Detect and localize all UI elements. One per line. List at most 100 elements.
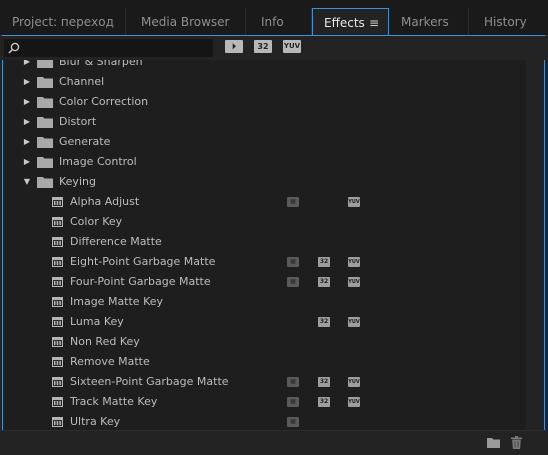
effects-tree: ▶ Blur & Sharpen ▶ Channel ▶ Color Correction… (4, 60, 526, 430)
effect-icon (52, 197, 63, 207)
tab-project-label: Project: переход (12, 15, 114, 29)
tab-bar: Project: переход Media Browser Info Effe… (0, 0, 548, 37)
new-folder-icon[interactable] (487, 437, 500, 448)
tree-effect-row[interactable]: Luma Key 32 YUV (4, 312, 526, 332)
hamburger-icon[interactable]: ≡ (369, 16, 379, 30)
tree-effect-label: Ultra Key (70, 415, 121, 428)
tab-info[interactable]: Info (246, 8, 312, 35)
yuv-badge-icon: YUV (348, 277, 360, 287)
tree-folder-label: Distort (59, 115, 97, 128)
tree-folder-label: Color Correction (59, 95, 149, 108)
accelerated-badge-icon: ▦ (287, 197, 299, 207)
tree-effect-label: Non Red Key (70, 335, 140, 348)
folder-icon (37, 60, 53, 68)
effects-panel: Project: переход Media Browser Info Effe… (0, 0, 548, 455)
yuv-badge-icon: YUV (348, 257, 360, 267)
tree-folder-row[interactable]: ▶ Color Correction (4, 92, 526, 112)
tab-media-browser-label: Media Browser (141, 15, 230, 29)
tree-effect-label: Eight-Point Garbage Matte (70, 255, 216, 268)
tree-folder-label: Generate (59, 135, 111, 148)
32-bit-icon[interactable]: 32 (254, 40, 272, 53)
folder-icon (37, 157, 53, 168)
tree-folder-row[interactable]: ▶ Blur & Sharpen (4, 60, 526, 72)
tree-folder-label: Blur & Sharpen (59, 60, 143, 68)
accelerated-badge-icon: ▦ (287, 417, 299, 427)
effect-icon (52, 377, 63, 387)
tree-effect-row[interactable]: Sixteen-Point Garbage Matte ▦ 32 YUV (4, 372, 526, 392)
tab-history[interactable]: History (469, 8, 548, 35)
search-icon (8, 42, 20, 54)
chevron-right-icon[interactable]: ▶ (22, 132, 32, 152)
folder-icon (37, 117, 53, 128)
tab-project[interactable]: Project: переход (4, 8, 126, 35)
bottom-bar (0, 430, 548, 455)
yuv-badge-icon: YUV (348, 377, 360, 387)
effect-icon (52, 317, 63, 327)
folder-icon (37, 77, 53, 88)
effect-icon (52, 277, 63, 287)
tree-effect-row[interactable]: Eight-Point Garbage Matte ▦ 32 YUV (4, 252, 526, 272)
tree-effect-row[interactable]: Ultra Key ▦ (4, 412, 526, 430)
tree-effect-row[interactable]: Remove Matte (4, 352, 526, 372)
tree-folder-label: Keying (59, 175, 96, 188)
effect-icon (52, 237, 63, 247)
tree-effect-label: Luma Key (70, 315, 124, 328)
trash-icon[interactable] (511, 436, 522, 449)
32-bit-badge-icon: 32 (318, 317, 330, 327)
tab-media-browser[interactable]: Media Browser (126, 8, 246, 35)
yuv-icon[interactable]: YUV (283, 40, 301, 53)
scrollbar[interactable] (526, 60, 540, 430)
yuv-badge-icon: YUV (348, 317, 360, 327)
tree-folder-row[interactable]: ▶ Generate (4, 132, 526, 152)
tree-effect-label: Image Matte Key (70, 295, 164, 308)
chevron-right-icon[interactable]: ▶ (22, 112, 32, 132)
tree-effect-label: Four-Point Garbage Matte (70, 275, 211, 288)
32-bit-badge-icon: 32 (318, 257, 330, 267)
tab-effects[interactable]: Effects ≡ (312, 8, 389, 37)
tree-effect-row[interactable]: Non Red Key (4, 332, 526, 352)
tab-history-label: History (484, 15, 527, 29)
32-bit-badge-icon: 32 (318, 377, 330, 387)
tree-effect-label: Sixteen-Point Garbage Matte (70, 375, 229, 388)
folder-icon (37, 137, 53, 148)
32-bit-badge-icon: 32 (318, 277, 330, 287)
chevron-right-icon[interactable]: ▶ (22, 60, 32, 72)
tree-effect-row[interactable]: Track Matte Key ▦ 32 YUV (4, 392, 526, 412)
tree-folder-row[interactable]: ▶ Image Control (4, 152, 526, 172)
chevron-right-icon[interactable]: ▶ (22, 152, 32, 172)
tree-effect-row[interactable]: Difference Matte (4, 232, 526, 252)
tab-markers-label: Markers (401, 15, 449, 29)
accelerated-badge-icon: ▦ (287, 397, 299, 407)
accelerated-badge-icon: ▦ (287, 257, 299, 267)
tree-effect-row[interactable]: Four-Point Garbage Matte ▦ 32 YUV (4, 272, 526, 292)
tab-info-label: Info (261, 15, 284, 29)
effect-icon (52, 297, 63, 307)
32-bit-badge-icon: 32 (318, 397, 330, 407)
chevron-right-icon[interactable]: ▶ (22, 92, 32, 112)
tree-effect-row[interactable]: Color Key (4, 212, 526, 232)
chevron-right-icon[interactable]: ▶ (22, 72, 32, 92)
effect-icon (52, 257, 63, 267)
effect-icon (52, 397, 63, 407)
chevron-down-icon[interactable]: ▼ (22, 172, 32, 192)
tree-folder-row[interactable]: ▶ Distort (4, 112, 526, 132)
tree-effect-label: Alpha Adjust (70, 195, 140, 208)
tree-effect-label: Difference Matte (70, 235, 162, 248)
tree-effect-label: Remove Matte (70, 355, 150, 368)
folder-icon (37, 97, 53, 108)
tree-effect-row[interactable]: Image Matte Key (4, 292, 526, 312)
tab-markers[interactable]: Markers (389, 8, 469, 35)
effect-icon (52, 217, 63, 227)
accelerated-badge-icon: ▦ (287, 277, 299, 287)
effect-icon (52, 337, 63, 347)
tree-effect-row[interactable]: Alpha Adjust ▦ YUV (4, 192, 526, 212)
tab-effects-label: Effects (324, 16, 365, 30)
tree-folder-label: Image Control (59, 155, 137, 168)
tree-folder-row[interactable]: ▶ Channel (4, 72, 526, 92)
search-box[interactable] (4, 39, 213, 57)
accelerated-effects-icon[interactable]: ⏵ (225, 40, 243, 53)
tree-folder-row[interactable]: ▼ Keying (4, 172, 526, 192)
tree-effect-label: Track Matte Key (70, 395, 158, 408)
search-input[interactable] (23, 40, 209, 56)
yuv-badge-icon: YUV (348, 197, 360, 207)
